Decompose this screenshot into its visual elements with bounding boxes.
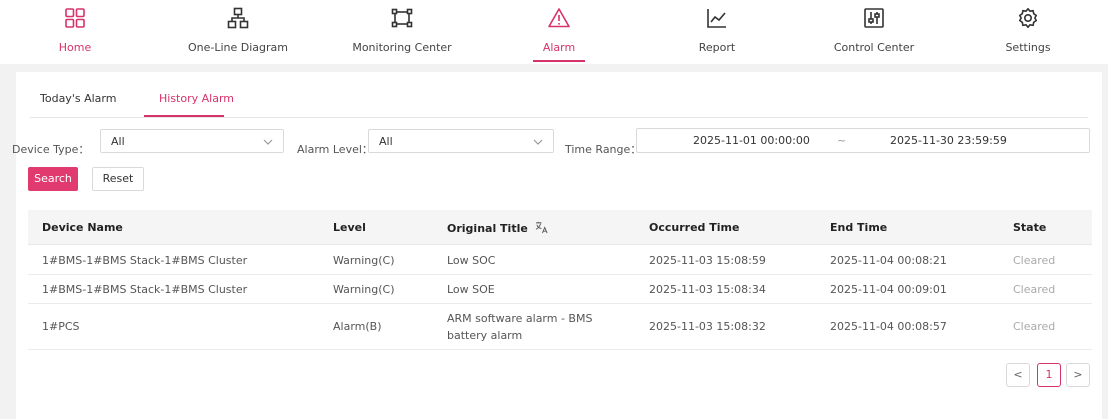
nav-item-monitoring-center[interactable]: Monitoring Center [327, 0, 477, 64]
pagination-next-button[interactable]: > [1066, 363, 1090, 387]
alarm-level-label: Alarm Level： [297, 143, 373, 156]
cell-state: Cleared [1013, 320, 1056, 333]
time-range-end[interactable]: 2025-11-30 23:59:59 [890, 134, 1007, 147]
nav-label-monitoring-center: Monitoring Center [352, 41, 452, 54]
cell-occurred-time: 2025-11-03 15:08:34 [649, 283, 766, 296]
time-range-label: Time Range： [565, 143, 642, 156]
nav-label-report: Report [698, 41, 736, 54]
column-end-time: End Time [830, 221, 888, 234]
monitor-frame-icon [391, 7, 413, 29]
nav-item-alarm[interactable]: Alarm [484, 0, 634, 64]
alarm-panel: Today's Alarm History Alarm Device Type：… [12, 72, 1102, 419]
table-row[interactable]: 1#BMS-1#BMS Stack-1#BMS Cluster Warning(… [28, 275, 1092, 304]
tab-active-indicator [144, 115, 224, 117]
nav-label-control-center: Control Center [833, 41, 915, 54]
warning-icon [548, 7, 570, 29]
chevron-down-icon [533, 139, 543, 145]
pagination-prev-button[interactable]: < [1006, 363, 1030, 387]
tab-todays-alarm[interactable]: Today's Alarm [40, 92, 116, 105]
nav-label-alarm: Alarm [542, 41, 576, 54]
device-type-value: All [111, 135, 125, 148]
cell-device-name: 1#BMS-1#BMS Stack-1#BMS Cluster [42, 254, 248, 267]
column-original-title-label: Original Title [447, 222, 528, 235]
table-row[interactable]: 1#BMS-1#BMS Stack-1#BMS Cluster Warning(… [28, 245, 1092, 275]
cell-end-time: 2025-11-04 00:08:57 [830, 320, 947, 333]
cell-original-title: Low SOC [447, 254, 496, 267]
top-navigation: Home One-Line Diagram Monitoring Center [0, 0, 1108, 64]
cell-level: Alarm(B) [333, 320, 382, 333]
table-header: Device Name Level Original Title Occurre… [28, 210, 1092, 245]
cell-occurred-time: 2025-11-03 15:08:32 [649, 320, 766, 333]
search-button[interactable]: Search [28, 167, 78, 191]
cell-end-time: 2025-11-04 00:09:01 [830, 283, 947, 296]
tab-history-alarm[interactable]: History Alarm [159, 92, 234, 105]
nav-label-one-line-diagram: One-Line Diagram [187, 41, 288, 54]
device-type-label: Device Type： [12, 143, 90, 156]
translate-icon[interactable] [535, 221, 548, 234]
nav-active-indicator [533, 60, 585, 62]
line-chart-icon [706, 7, 728, 29]
column-level: Level [333, 221, 366, 234]
cell-end-time: 2025-11-04 00:08:21 [830, 254, 947, 267]
alarm-level-value: All [379, 135, 393, 148]
column-original-title: Original Title [447, 221, 548, 235]
cell-state: Cleared [1013, 283, 1056, 296]
sliders-icon [863, 7, 885, 29]
nav-label-home: Home [58, 41, 92, 54]
chevron-down-icon [263, 139, 273, 145]
nav-item-control-center[interactable]: Control Center [799, 0, 949, 64]
alarm-tabs: Today's Alarm History Alarm [30, 92, 1088, 118]
cell-device-name: 1#PCS [42, 320, 80, 333]
cell-level: Warning(C) [333, 283, 395, 296]
alarm-level-select[interactable]: All [368, 129, 554, 153]
column-device-name: Device Name [42, 221, 123, 234]
nav-item-settings[interactable]: Settings [953, 0, 1103, 64]
cell-original-title: Low SOE [447, 283, 495, 296]
table-row[interactable]: 1#PCS Alarm(B) ARM software alarm - BMS … [28, 304, 1092, 350]
reset-button[interactable]: Reset [92, 167, 144, 191]
time-range-picker[interactable]: 2025-11-01 00:00:00 ~ 2025-11-30 23:59:5… [636, 128, 1090, 153]
cell-level: Warning(C) [333, 254, 395, 267]
pagination-page-1[interactable]: 1 [1037, 363, 1061, 387]
time-range-start[interactable]: 2025-11-01 00:00:00 [693, 134, 810, 147]
cell-occurred-time: 2025-11-03 15:08:59 [649, 254, 766, 267]
time-range-separator: ~ [837, 134, 847, 147]
cell-original-title: ARM software alarm - BMS battery alarm [447, 312, 593, 342]
nav-item-one-line-diagram[interactable]: One-Line Diagram [163, 0, 313, 64]
gear-icon [1017, 7, 1039, 29]
nav-item-report[interactable]: Report [642, 0, 792, 64]
nav-item-home[interactable]: Home [0, 0, 150, 64]
column-occurred-time: Occurred Time [649, 221, 740, 234]
cell-state: Cleared [1013, 254, 1056, 267]
grid-icon [64, 7, 86, 29]
nav-label-settings: Settings [1005, 41, 1051, 54]
device-type-select[interactable]: All [100, 129, 284, 153]
cell-device-name: 1#BMS-1#BMS Stack-1#BMS Cluster [42, 283, 248, 296]
network-icon [227, 7, 249, 29]
column-state: State [1013, 221, 1047, 234]
